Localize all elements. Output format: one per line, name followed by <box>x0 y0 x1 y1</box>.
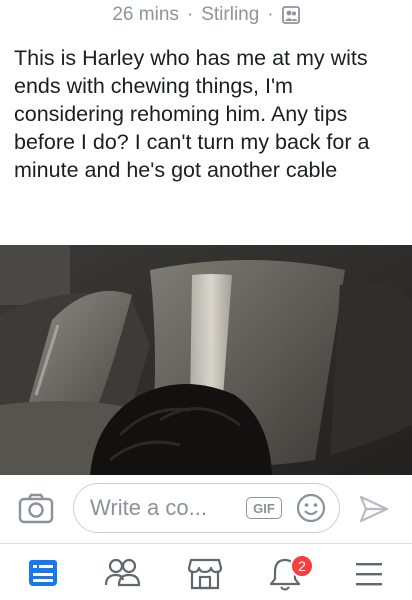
camera-icon[interactable] <box>18 493 54 525</box>
notification-badge: 2 <box>290 554 314 578</box>
gif-button[interactable]: GIF <box>246 497 282 519</box>
meta-separator: · <box>186 4 194 25</box>
comment-input[interactable] <box>90 495 240 521</box>
news-feed-icon[interactable] <box>25 554 65 594</box>
comment-composer: GIF <box>0 478 412 540</box>
post-body: This is Harley who has me at my wits end… <box>14 46 370 182</box>
friends-icon[interactable] <box>103 554 143 594</box>
post-location[interactable]: Stirling <box>201 4 259 26</box>
menu-icon[interactable] <box>349 554 389 594</box>
marketplace-icon[interactable] <box>185 554 225 594</box>
post-photo[interactable] <box>0 245 412 475</box>
post-meta: 26 mins · Stirling · <box>0 0 412 30</box>
send-icon[interactable] <box>358 494 390 524</box>
post-time[interactable]: 26 mins <box>112 4 179 26</box>
meta-separator-2: · <box>267 4 274 25</box>
smiley-icon[interactable] <box>296 493 326 523</box>
comment-box[interactable]: GIF <box>73 483 340 533</box>
bottom-tab-bar: 2 <box>0 543 412 600</box>
friends-audience-icon[interactable] <box>281 6 300 24</box>
